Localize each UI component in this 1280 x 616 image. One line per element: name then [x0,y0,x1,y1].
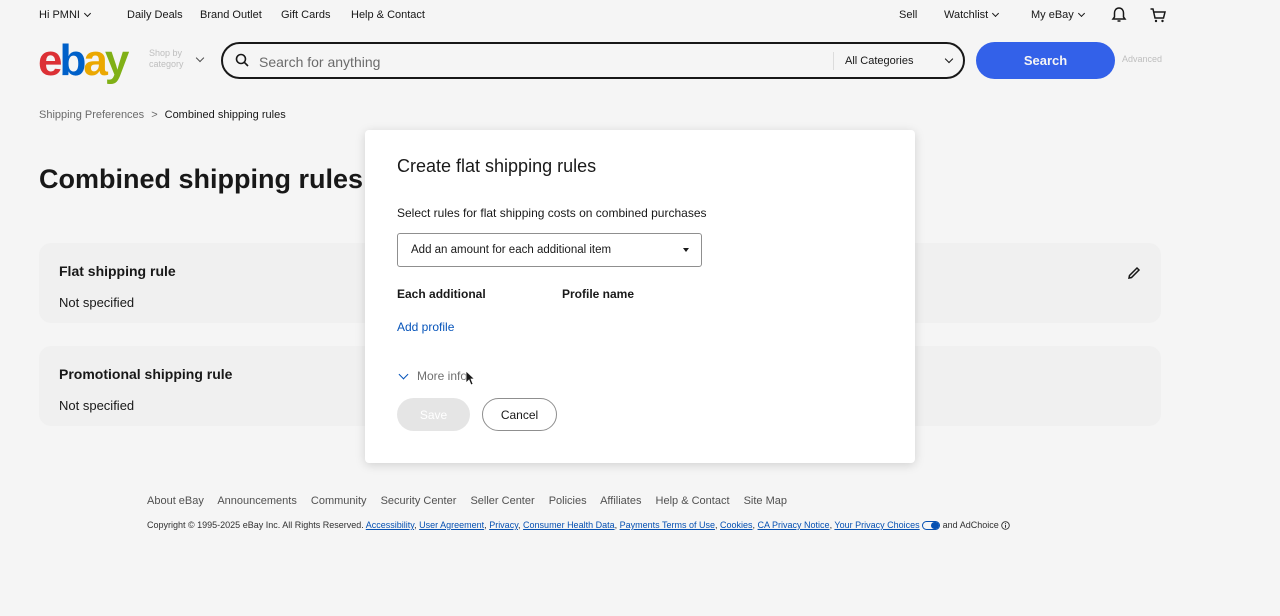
more-info-toggle[interactable]: More info [397,369,467,383]
rule-type-select-value: Add an amount for each additional item [411,244,612,256]
save-button[interactable]: Save [397,398,470,431]
dropdown-arrow-icon [683,248,689,252]
profile-name-header: Profile name [562,287,635,301]
create-flat-shipping-rules-dialog: Create flat shipping rules Select rules … [365,130,915,463]
chevron-down-icon [398,369,409,379]
mouse-cursor-icon [465,370,475,386]
dialog-subtitle: Select rules for flat shipping costs on … [397,206,707,220]
add-profile-link[interactable]: Add profile [397,320,454,334]
rule-type-select[interactable]: Add an amount for each additional item [397,233,702,267]
each-additional-header: Each additional [397,287,486,301]
cancel-button[interactable]: Cancel [482,398,557,431]
dialog-title: Create flat shipping rules [397,156,597,176]
more-info-label: More info [417,369,468,383]
